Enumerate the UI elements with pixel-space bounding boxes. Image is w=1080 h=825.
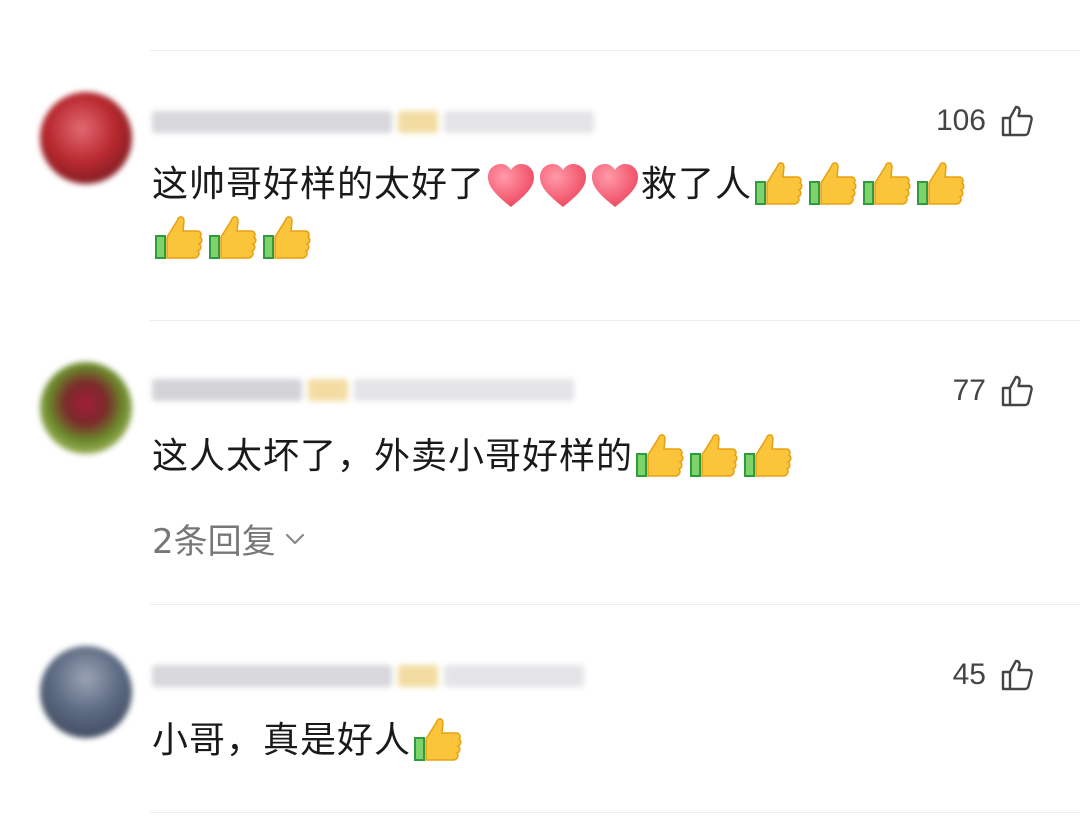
comment-text: 这帅哥好样的太好了 救了人 <box>152 158 1042 266</box>
divider <box>150 320 1080 321</box>
heart-emoji-icon <box>488 164 535 207</box>
thumbs-up-emoji-icon <box>414 718 462 761</box>
heart-emoji-icon <box>540 164 587 207</box>
thumbs-up-emoji-icon <box>209 216 257 259</box>
comment-text-part: 小哥，真是好人 <box>152 720 412 761</box>
username-blurred[interactable] <box>152 108 594 136</box>
divider <box>150 604 1080 605</box>
view-replies-button[interactable]: 2条回复 <box>152 514 306 563</box>
avatar[interactable] <box>40 362 132 454</box>
thumbs-up-emoji-icon <box>863 162 911 205</box>
divider <box>150 812 1080 813</box>
username-blurred[interactable] <box>152 662 584 690</box>
thumbs-up-emoji-icon <box>636 434 684 477</box>
thumbs-up-emoji-icon <box>263 216 311 259</box>
comment-list: 106 这帅哥好样的太好了 救了人 77 这人太坏了，外卖小哥好样的 2条回复 <box>0 0 1080 825</box>
heart-emoji-icon <box>592 164 639 207</box>
comment-text-part: 这帅哥好样的太好了 <box>152 164 486 205</box>
username-blurred[interactable] <box>152 376 574 404</box>
thumbs-up-emoji-icon <box>809 162 857 205</box>
thumbs-up-outline-icon[interactable] <box>1000 104 1034 138</box>
like-count: 77 <box>952 374 986 407</box>
like-count: 106 <box>935 104 986 137</box>
comment-text-part: 救了人 <box>641 164 753 205</box>
thumbs-up-emoji-icon <box>744 434 792 477</box>
thumbs-up-outline-icon[interactable] <box>1000 658 1034 692</box>
like-count: 45 <box>952 658 986 691</box>
like-control[interactable]: 77 <box>953 374 1034 408</box>
comment-text: 这人太坏了，外卖小哥好样的 <box>152 430 1042 484</box>
thumbs-up-emoji-icon <box>690 434 738 477</box>
divider <box>150 50 1080 51</box>
avatar[interactable] <box>40 92 132 184</box>
thumbs-up-outline-icon[interactable] <box>1000 374 1034 408</box>
thumbs-up-emoji-icon <box>755 162 803 205</box>
replies-label: 2条回复 <box>152 522 276 562</box>
thumbs-up-emoji-icon <box>155 216 203 259</box>
chevron-down-icon <box>285 533 304 544</box>
like-control[interactable]: 45 <box>953 658 1034 692</box>
comment-text-part: 这人太坏了，外卖小哥好样的 <box>152 436 634 477</box>
comment-text: 小哥，真是好人 <box>152 714 1042 768</box>
thumbs-up-emoji-icon <box>917 162 965 205</box>
like-control[interactable]: 106 <box>936 104 1034 138</box>
avatar[interactable] <box>40 646 132 738</box>
